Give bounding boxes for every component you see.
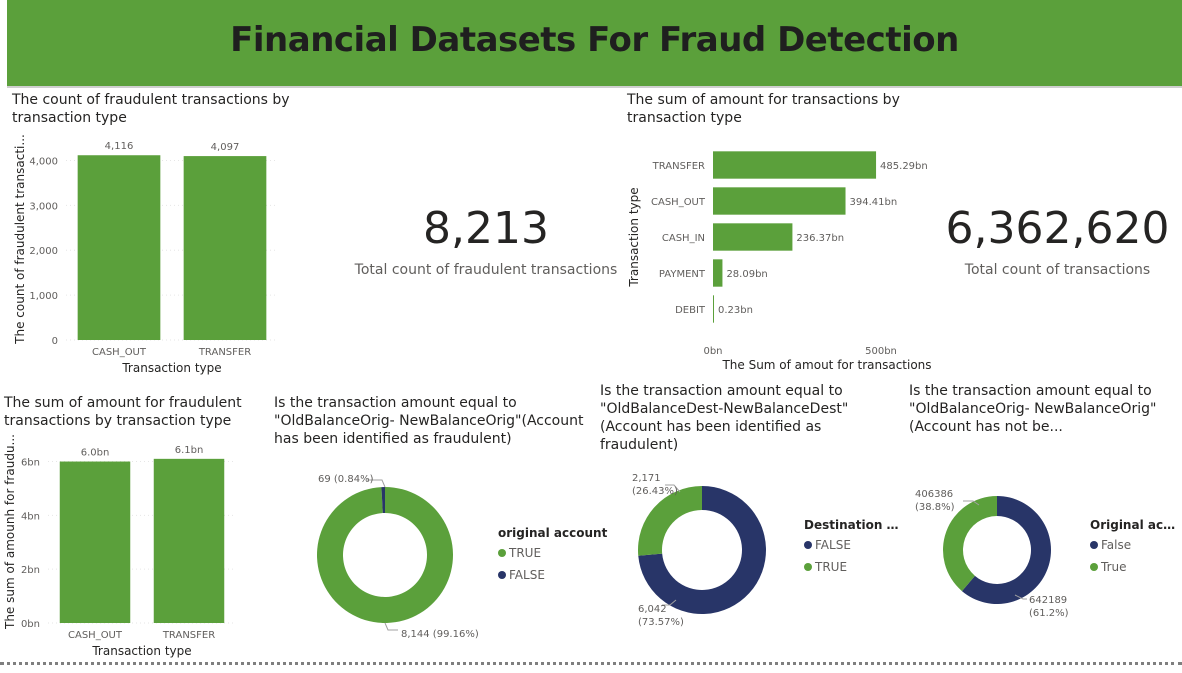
fraud-count-card-value: 8,213 [423, 203, 549, 254]
dashboard-title: Financial Datasets For Fraud Detection [230, 20, 959, 60]
x-tick-label: 500bn [865, 346, 897, 357]
legend-title: original account [498, 526, 608, 540]
y-tick-label: CASH_OUT [651, 197, 706, 208]
x-tick-label: CASH_OUT [68, 630, 123, 641]
y-tick-label: TRANSFER [652, 161, 705, 172]
x-tick-label: 0bn [703, 346, 722, 357]
bar [59, 461, 131, 623]
y-tick-label: 0bn [21, 619, 40, 630]
x-axis-title: Transaction type [121, 361, 221, 375]
slice-data-percent: (73.57%) [638, 617, 684, 628]
legend-label: True [1101, 560, 1127, 574]
legend-label: TRUE [509, 546, 542, 560]
dest-fraud-donut-title: Is the transaction amount equal to "OldB… [600, 383, 849, 453]
y-tick-label: 3,000 [29, 201, 58, 212]
bar-data-label: 6.1bn [175, 445, 204, 456]
bar [713, 187, 846, 215]
fraud-amount-bar-chart: 0bn 2bn 4bn 6bn 6.0bn CASH_OUT 6.1bn TRANSFER Tr… [3, 434, 236, 658]
bar [713, 259, 723, 287]
slice-data-percent: (38.8%) [915, 502, 955, 513]
y-axis-title: The count of fraudulent transacti... [13, 134, 27, 345]
y-tick-label: 0 [52, 336, 58, 347]
total-count-card-label: Total count of transactions [964, 262, 1151, 278]
bar [713, 151, 877, 179]
y-tick-label: CASH_IN [662, 233, 705, 244]
legend-item-false[interactable]: FALSE [804, 538, 899, 552]
fraud-amount-chart-title: The sum of amount for fraudulent transac… [4, 395, 242, 429]
y-tick-label: PAYMENT [659, 269, 706, 280]
y-axis-title: Transaction type [627, 187, 641, 287]
legend-dot-icon [804, 563, 812, 571]
slice-data-value: 6,042 [638, 604, 667, 615]
bar-data-label: 4,097 [211, 142, 240, 153]
bar-data-label: 236.37bn [796, 233, 844, 244]
amount-by-type-bar-chart: TRANSFER 485.29bn CASH_OUT 394.41bn CASH_IN 2… [627, 151, 932, 372]
y-tick-label: 6bn [21, 458, 40, 469]
slice-data-percent: (26.43%) [632, 486, 678, 497]
slice-data-value: 2,171 [632, 473, 661, 484]
y-axis-title: The sum of amounh for fraudu... [3, 434, 17, 630]
bar [713, 295, 714, 323]
bar-data-label: 394.41bn [850, 197, 898, 208]
bar [153, 458, 225, 623]
legend-title: Destination a... [804, 518, 899, 532]
bar [77, 155, 161, 340]
y-tick-label: DEBIT [675, 305, 706, 316]
legend-item-true[interactable]: True [1090, 560, 1178, 574]
slice-data-value: 642189 [1029, 595, 1067, 606]
bottom-divider [0, 662, 1182, 665]
legend-label: FALSE [509, 568, 545, 582]
orig-fraud-donut-title: Is the transaction amount equal to "OldB… [274, 395, 584, 447]
orig-fraud-legend: original account TRUE FALSE [498, 526, 608, 582]
fraud-count-chart-title: The count of fraudulent transactions by … [12, 92, 290, 126]
y-tick-label: 4bn [21, 511, 40, 522]
dest-fraud-legend: Destination a... FALSE TRUE [804, 518, 899, 574]
legend-item-false[interactable]: False [1090, 538, 1178, 552]
bar-data-label: 28.09bn [726, 269, 767, 280]
legend-label: FALSE [815, 538, 851, 552]
orig-nonfraud-donut-chart: 642189 (61.2%) 406386 (38.8%) [915, 489, 1069, 619]
y-tick-label: 4,000 [29, 156, 58, 167]
bar-data-label: 6.0bn [81, 448, 110, 459]
bar-data-label: 0.23bn [718, 305, 753, 316]
y-tick-label: 2bn [21, 565, 40, 576]
legend-label: TRUE [815, 560, 848, 574]
x-axis-title: Transaction type [91, 644, 191, 658]
orig-nonfraud-legend: Original acc... False True [1090, 518, 1178, 574]
x-axis-title: The Sum of amout for transactions [721, 358, 931, 372]
x-tick-label: CASH_OUT [92, 347, 147, 358]
slice-data-label: 69 (0.84%) [318, 474, 374, 485]
dest-fraud-donut-chart: 6,042 (73.57%) 2,171 (26.43%) [632, 473, 766, 628]
legend-dot-icon [1090, 541, 1098, 549]
legend-item-true[interactable]: TRUE [498, 546, 608, 560]
slice-data-percent: (61.2%) [1029, 608, 1069, 619]
bar [183, 156, 267, 340]
leader-line [384, 622, 398, 631]
bar-data-label: 485.29bn [880, 161, 928, 172]
orig-nonfraud-donut-title: Is the transaction amount equal to "OldB… [909, 382, 1177, 436]
legend-dot-icon [804, 541, 812, 549]
y-tick-label: 2,000 [29, 246, 58, 257]
fraud-count-bar-chart: 0 1,000 2,000 3,000 4,000 4,116 CASH_OUT 4,097 T… [13, 134, 278, 375]
amount-chart-title: The sum of amount for transactions by tr… [627, 92, 900, 126]
legend-item-false[interactable]: FALSE [498, 568, 608, 582]
slice-data-label: 8,144 (99.16%) [401, 629, 479, 640]
orig-nonfraud-donut-title-text: Is the transaction amount equal to "OldB… [909, 383, 1157, 435]
x-tick-label: TRANSFER [162, 630, 215, 641]
x-tick-label: TRANSFER [198, 347, 251, 358]
fraud-count-card-label: Total count of fraudulent transactions [354, 262, 618, 278]
legend-item-true[interactable]: TRUE [804, 560, 899, 574]
legend-dot-icon [1090, 563, 1098, 571]
y-tick-label: 1,000 [29, 291, 58, 302]
header-banner: Financial Datasets For Fraud Detection [7, 0, 1182, 88]
total-count-card-value: 6,362,620 [945, 203, 1170, 254]
bar-data-label: 4,116 [105, 141, 134, 152]
legend-dot-icon [498, 571, 506, 579]
bar [713, 223, 793, 251]
legend-dot-icon [498, 549, 506, 557]
legend-title: Original acc... [1090, 518, 1178, 532]
slice-data-value: 406386 [915, 489, 953, 500]
legend-label: False [1101, 538, 1132, 552]
